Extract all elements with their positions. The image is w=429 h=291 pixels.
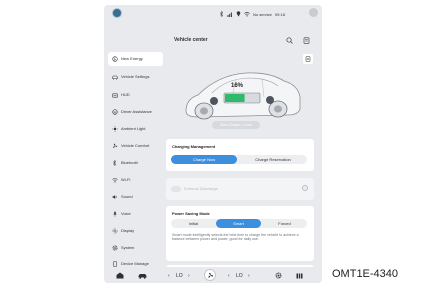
sidebar-item-voice[interactable]: Voice bbox=[108, 207, 163, 221]
vehicle-center-screen: No service 09:18 Vehicle center New Ener… bbox=[104, 5, 322, 283]
charge-now-button[interactable]: Charge Now bbox=[171, 155, 237, 164]
charging-mode-selector: Charge Now Charge Reservation bbox=[171, 155, 307, 164]
sidebar-item-label: HUD bbox=[121, 91, 130, 97]
sidebar-item-driver-assistance[interactable]: Driver Assistance bbox=[108, 105, 163, 119]
bluetooth-icon bbox=[111, 160, 118, 167]
left-temp-down-button[interactable]: ‹ bbox=[168, 271, 170, 280]
mode-forced-button[interactable]: Forced bbox=[262, 219, 307, 228]
right-temp-up-button[interactable]: › bbox=[248, 271, 250, 280]
sidebar-item-wifi[interactable]: Wi-Fi bbox=[108, 173, 163, 187]
power-saving-selector: Initial Smart Forced bbox=[171, 219, 307, 228]
figure-code: OMT1E-4340 bbox=[332, 268, 399, 280]
sidebar-item-label: Vehicle Comfort bbox=[121, 142, 150, 148]
sidebar-item-sound[interactable]: Sound bbox=[108, 190, 163, 204]
light-icon bbox=[111, 126, 118, 133]
hud-icon bbox=[111, 92, 118, 99]
left-temp-up-button[interactable]: › bbox=[188, 271, 190, 280]
sidebar-item-label: Device Manage bbox=[121, 260, 149, 266]
sidebar-item-label: Bluetooth bbox=[121, 159, 138, 165]
status-bar: No service 09:18 bbox=[104, 5, 322, 21]
connectivity-text: No service bbox=[253, 11, 272, 17]
sidebar-item-bluetooth[interactable]: Bluetooth bbox=[108, 156, 163, 170]
fan-icon bbox=[207, 272, 213, 278]
gear-icon bbox=[111, 245, 118, 252]
right-temp-down-button[interactable]: ‹ bbox=[228, 271, 230, 280]
charge-time-badge: Slow Charge • 0 min bbox=[212, 121, 260, 129]
sidebar-item-label: System bbox=[121, 244, 135, 250]
status-icons: No service 09:18 bbox=[219, 10, 285, 18]
power-saving-description: Smart mode intelligently selects the bes… bbox=[172, 233, 299, 242]
charging-management-card: Charging Management Charge Now Charge Re… bbox=[166, 139, 314, 171]
car-icon bbox=[111, 74, 118, 81]
search-button[interactable] bbox=[284, 35, 294, 45]
external-discharge-label: External Discharge bbox=[184, 186, 218, 191]
left-temperature: LO bbox=[176, 272, 183, 279]
sidebar-item-label: Sound bbox=[121, 193, 133, 199]
search-icon bbox=[285, 36, 293, 44]
right-temperature: LO bbox=[236, 272, 243, 279]
page-title: Vehicle center bbox=[174, 37, 208, 43]
notes-icon bbox=[303, 37, 309, 44]
sidebar-item-label: Display bbox=[121, 227, 135, 233]
home-icon[interactable] bbox=[112, 8, 122, 18]
battery-level-fill bbox=[225, 94, 245, 102]
charge-reservation-button[interactable]: Charge Reservation bbox=[239, 155, 307, 164]
sidebar-item-system[interactable]: System bbox=[108, 241, 163, 255]
sidebar-item-label: Voice bbox=[121, 210, 131, 216]
info-icon[interactable]: i bbox=[302, 185, 308, 191]
signal-icon bbox=[227, 11, 233, 18]
car-icon[interactable] bbox=[138, 271, 147, 280]
sidebar-item-display[interactable]: Display bbox=[108, 224, 163, 238]
sidebar-item-label: Vehicle Settings bbox=[121, 73, 150, 79]
bottom-dock: ‹ LO › ‹ LO › bbox=[104, 267, 322, 283]
speaker-icon bbox=[111, 194, 118, 201]
sidebar-item-label: New Energy bbox=[121, 55, 143, 61]
sidebar-item-label: Driver Assistance bbox=[121, 108, 152, 114]
power-saving-card: Power Saving Mode Initial Smart Forced S… bbox=[166, 206, 314, 261]
external-discharge-toggle[interactable] bbox=[171, 186, 181, 192]
vehicle-status-panel: 16% Slow Charge • 0 min bbox=[166, 53, 316, 137]
sidebar-item-ambient-light[interactable]: Ambient Light bbox=[108, 122, 163, 136]
settings-icon[interactable] bbox=[275, 271, 282, 280]
fan-button[interactable] bbox=[204, 269, 216, 281]
brightness-icon bbox=[111, 228, 118, 235]
sidebar-item-label: Ambient Light bbox=[121, 125, 146, 131]
sidebar-item-label: Wi-Fi bbox=[121, 176, 131, 182]
microphone-icon bbox=[111, 211, 118, 218]
fan-icon bbox=[111, 143, 118, 150]
power-saving-title: Power Saving Mode bbox=[172, 211, 210, 216]
sidebar-item-vehicle-settings[interactable]: Vehicle Settings bbox=[108, 70, 163, 84]
avatar[interactable] bbox=[309, 8, 318, 17]
charging-management-title: Charging Management bbox=[172, 144, 216, 149]
bluetooth-icon bbox=[219, 10, 224, 18]
wifi-icon bbox=[244, 11, 250, 18]
sidebar-item-hud[interactable]: HUD bbox=[108, 88, 163, 102]
location-icon bbox=[236, 10, 241, 18]
sidebar-item-new-energy[interactable]: New Energy bbox=[108, 52, 163, 66]
power-icon bbox=[111, 56, 118, 63]
charge-percentage: 16% bbox=[231, 83, 244, 89]
steering-icon bbox=[111, 109, 118, 116]
mode-initial-button[interactable]: Initial bbox=[171, 219, 216, 228]
mode-smart-button[interactable]: Smart bbox=[216, 219, 261, 228]
clock: 09:18 bbox=[274, 11, 285, 17]
home-car-icon[interactable] bbox=[116, 271, 124, 280]
sidebar-item-vehicle-comfort[interactable]: Vehicle Comfort bbox=[108, 139, 163, 153]
external-discharge-card: External Discharge i bbox=[166, 178, 314, 200]
wifi-icon bbox=[111, 177, 118, 184]
notes-button[interactable] bbox=[301, 35, 311, 45]
apps-grid-icon[interactable] bbox=[296, 271, 303, 280]
